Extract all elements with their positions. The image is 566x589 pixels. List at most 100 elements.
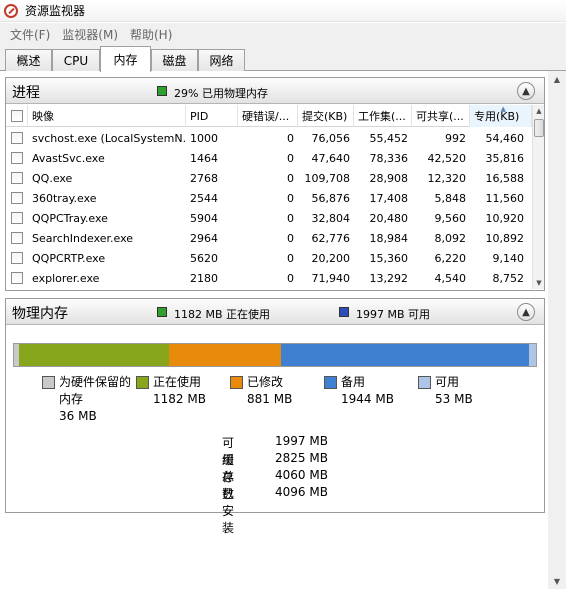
modified-value: 881 MB — [247, 392, 293, 406]
table-row[interactable]: QQPCRTP.exe 5620 0 20,200 15,360 6,220 9… — [6, 248, 532, 268]
available-indicator — [339, 307, 349, 317]
modified-swatch — [230, 376, 243, 389]
scroll-up-arrow-icon[interactable]: ▲ — [533, 105, 545, 117]
column-hard-faults[interactable]: 硬错误/... — [238, 105, 298, 127]
column-shareable[interactable]: 可共享(... — [412, 105, 470, 127]
row-checkbox[interactable] — [11, 132, 23, 144]
table-row[interactable]: 360tray.exe 2544 0 56,876 17,408 5,848 1… — [6, 188, 532, 208]
memory-bar-segment-free — [529, 344, 536, 366]
cell-shareable: 42,520 — [427, 151, 467, 165]
table-row[interactable]: QQPCTray.exe 5904 0 32,804 20,480 9,560 … — [6, 208, 532, 228]
cell-working-set: 55,452 — [369, 131, 409, 145]
process-list-scrollbar[interactable]: ▲ ▼ — [532, 105, 544, 289]
column-working-set[interactable]: 工作集(... — [354, 105, 412, 127]
row-checkbox[interactable] — [11, 252, 23, 264]
table-row[interactable]: svchost.exe (LocalSystemN... 1000 0 76,0… — [6, 128, 532, 148]
cell-working-set: 17,408 — [369, 191, 409, 205]
hardware-reserved-swatch — [42, 376, 55, 389]
cell-pid: 2768 — [190, 171, 218, 185]
hardware-reserved-label: 为硬件保留的 — [59, 375, 132, 389]
cell-private: 16,588 — [485, 171, 525, 185]
summary-value-total: 4060 MB — [275, 468, 328, 482]
free-value: 53 MB — [435, 392, 473, 406]
scrollbar-thumb[interactable] — [534, 119, 544, 137]
physical-memory-title: 物理内存 — [12, 306, 68, 322]
standby-value: 1944 MB — [341, 392, 394, 406]
in-use-label: 正在使用 — [153, 375, 202, 389]
available-summary: 1997 MB 可用 — [356, 308, 431, 321]
window-scroll-down-icon[interactable]: ▼ — [548, 573, 566, 589]
row-checkbox-cell — [6, 208, 28, 228]
in-use-swatch — [136, 376, 149, 389]
collapse-physical-memory-button[interactable]: ▲ — [517, 303, 535, 321]
tab-memory[interactable]: 内存 — [100, 46, 151, 72]
row-checkbox[interactable] — [11, 212, 23, 224]
table-row[interactable]: AvastSvc.exe 1464 0 47,640 78,336 42,520… — [6, 148, 532, 168]
cell-commit: 71,940 — [311, 271, 351, 285]
cell-pid: 2544 — [190, 191, 218, 205]
cell-shareable: 992 — [445, 131, 466, 145]
row-checkbox[interactable] — [11, 152, 23, 164]
cell-image: SearchIndexer.exe — [32, 231, 134, 245]
menu-help[interactable]: 帮助(H) — [124, 26, 178, 43]
column-image[interactable]: 映像 — [28, 105, 186, 127]
cell-private: 9,140 — [492, 251, 525, 265]
column-private[interactable]: ▲ 专用(KB) — [470, 105, 532, 127]
processes-panel-header[interactable]: 进程 29% 已用物理内存 ▲ — [6, 78, 544, 104]
cell-commit: 20,200 — [311, 251, 351, 265]
cell-hard-faults: 0 — [287, 211, 294, 225]
cell-pid: 5904 — [190, 211, 218, 225]
scroll-down-arrow-icon[interactable]: ▼ — [533, 277, 545, 289]
cell-hard-faults: 0 — [287, 151, 294, 165]
standby-swatch — [324, 376, 337, 389]
modified-label: 已修改 — [247, 375, 284, 389]
cell-working-set: 13,292 — [369, 271, 409, 285]
legend-free: 可用 53 MB — [418, 374, 508, 410]
cell-pid: 1464 — [190, 151, 218, 165]
memory-bar-segment-modified — [169, 344, 282, 366]
tab-cpu[interactable]: CPU — [52, 49, 100, 71]
row-checkbox[interactable] — [11, 192, 23, 204]
legend-in-use: 正在使用 1182 MB — [136, 374, 226, 410]
legend-hardware-reserved: 为硬件保留的 内存 36 MB — [42, 374, 142, 426]
cell-commit: 47,640 — [311, 151, 351, 165]
row-checkbox-cell — [6, 148, 28, 168]
standby-label: 备用 — [341, 375, 366, 389]
tab-bar: 概述 CPU 内存 磁盘 网络 — [0, 45, 566, 72]
row-checkbox-cell — [6, 168, 28, 188]
physical-memory-panel-header[interactable]: 物理内存 1182 MB 正在使用 1997 MB 可用 ▲ — [6, 299, 544, 325]
cell-commit: 56,876 — [311, 191, 351, 205]
window-scrollbar[interactable]: ▲ ▼ — [548, 71, 566, 589]
cell-pid: 1000 — [190, 131, 218, 145]
row-checkbox[interactable] — [11, 172, 23, 184]
column-commit[interactable]: 提交(KB) — [298, 105, 354, 127]
cell-shareable: 8,092 — [434, 231, 467, 245]
cell-commit: 62,776 — [311, 231, 351, 245]
row-checkbox-cell — [6, 228, 28, 248]
title-bar: 资源监视器 — [0, 0, 566, 22]
cell-working-set: 28,908 — [369, 171, 409, 185]
menu-file[interactable]: 文件(F) — [4, 26, 56, 43]
collapse-processes-button[interactable]: ▲ — [517, 82, 535, 100]
select-all-checkbox[interactable] — [10, 110, 23, 122]
resource-monitor-icon — [4, 3, 18, 18]
cell-commit: 109,708 — [304, 171, 351, 185]
cell-image: explorer.exe — [32, 271, 100, 285]
row-checkbox[interactable] — [11, 232, 23, 244]
menu-bar: 文件(F) 监视器(M) 帮助(H) — [0, 23, 566, 45]
row-checkbox-cell — [6, 248, 28, 268]
memory-usage-indicator — [157, 86, 167, 96]
column-pid[interactable]: PID — [186, 105, 238, 127]
summary-value-installed: 4096 MB — [275, 485, 328, 499]
menu-monitor[interactable]: 监视器(M) — [56, 26, 124, 43]
row-checkbox[interactable] — [11, 272, 23, 284]
cell-hard-faults: 0 — [287, 271, 294, 285]
cell-pid: 2964 — [190, 231, 218, 245]
tab-overview[interactable]: 概述 — [5, 49, 52, 71]
table-row[interactable]: QQ.exe 2768 0 109,708 28,908 12,320 16,5… — [6, 168, 532, 188]
tab-disk[interactable]: 磁盘 — [151, 49, 198, 71]
window-scroll-up-icon[interactable]: ▲ — [548, 71, 566, 87]
table-row[interactable]: explorer.exe 2180 0 71,940 13,292 4,540 … — [6, 268, 532, 288]
table-row[interactable]: SearchIndexer.exe 2964 0 62,776 18,984 8… — [6, 228, 532, 248]
tab-network[interactable]: 网络 — [198, 49, 245, 71]
